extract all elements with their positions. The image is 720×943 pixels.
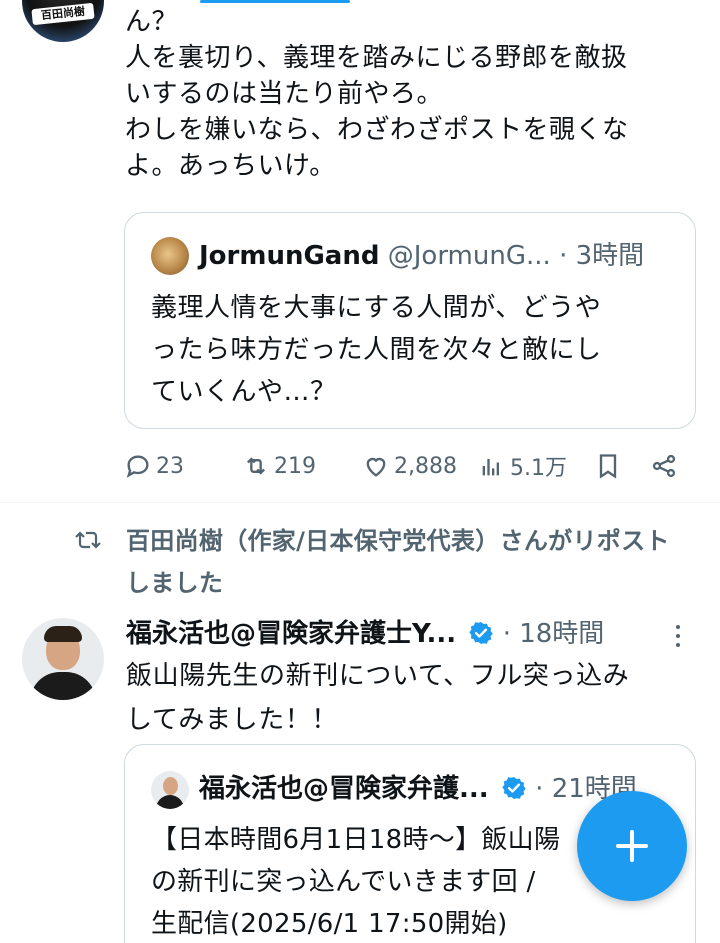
- quoted-header: JormunGand @JormunG... · 3時間: [199, 237, 689, 275]
- repost-notice-line: 百田尚樹（作家/日本保守党代表）さんがリポスト: [126, 527, 670, 555]
- reply-count: 23: [156, 453, 184, 479]
- avatar[interactable]: 百田尚樹: [22, 0, 104, 42]
- bookmark-icon: [599, 454, 617, 479]
- repost-button[interactable]: 219: [242, 446, 316, 486]
- quoted-text: 義理人情を大事にする人間が、どうや ったら味方だった人間を次々と敵にし ていくん…: [151, 287, 681, 413]
- quoted-author-name: 福永活也@冒険家弁護...: [199, 774, 489, 804]
- repost-notice-icon: [72, 526, 104, 554]
- tweet-text-line: してみました！！: [126, 705, 339, 735]
- share-button[interactable]: [650, 446, 678, 486]
- tweet-text: 飯山陽先生の新刊について、フル突っ込み してみました！！: [126, 654, 716, 742]
- tweet-text-line: いするのは当たり前やろ。: [125, 79, 444, 109]
- quoted-avatar: [151, 237, 189, 275]
- tweet-divider: [0, 502, 720, 503]
- verified-icon: [469, 621, 494, 645]
- top-tab-indicator: [200, 0, 350, 3]
- like-icon: [366, 457, 386, 477]
- share-icon: [652, 454, 676, 478]
- quoted-text-line: ていくんや…？: [151, 377, 337, 407]
- repost-notice-line: しました: [126, 569, 224, 597]
- quoted-text-line: 生配信(2025/6/1 17:50開始): [151, 909, 508, 939]
- quoted-avatar: [151, 771, 189, 809]
- compose-plus-icon: [616, 830, 648, 862]
- reply-button[interactable]: 23: [124, 446, 184, 486]
- tweet-actions: 23 219 2,888 5.1万: [124, 446, 694, 486]
- avatar-sign: 百田尚樹: [31, 2, 95, 26]
- more-icon[interactable]: [668, 622, 688, 648]
- quoted-text-line: 義理人情を大事にする人間が、どうや: [151, 293, 602, 323]
- tweet-header: 福永活也@冒険家弁護士Y... · 18時間: [126, 614, 716, 654]
- author-name[interactable]: 福永活也@冒険家弁護士Y...: [126, 619, 456, 649]
- quoted-text-line: ったら味方だった人間を次々と敵にし: [151, 335, 602, 365]
- views-icon: [482, 459, 499, 476]
- timestamp: · 18時間: [502, 619, 605, 649]
- repost-icon: [247, 457, 265, 475]
- tweet-text-line: ん？: [125, 7, 179, 37]
- verified-icon: [502, 776, 526, 800]
- reply-icon: [126, 455, 149, 478]
- tweet-text-line: 人を裏切り、義理を踏みにじる野郎を敵扱: [125, 43, 628, 73]
- tweet-text: ん？ 人を裏切り、義理を踏みにじる野郎を敵扱 いするのは当たり前やろ。 わしを嫌…: [125, 4, 705, 184]
- views-count: 5.1万: [510, 456, 567, 481]
- tweet-text-line: 飯山陽先生の新刊について、フル突っ込み: [126, 661, 630, 691]
- like-count: 2,888: [394, 453, 457, 479]
- quoted-tweet[interactable]: JormunGand @JormunG... · 3時間 義理人情を大事にする人…: [124, 212, 696, 429]
- quoted-timestamp: · 3時間: [559, 241, 645, 271]
- repost-count: 219: [274, 453, 316, 479]
- tweet-text-line: わしを嫌いなら、わざわざポストを覗くな: [125, 115, 629, 145]
- like-button[interactable]: 2,888: [362, 446, 457, 486]
- tweet-text-line: よ。あっちいけ。: [125, 151, 336, 181]
- repost-notice[interactable]: 百田尚樹（作家/日本保守党代表）さんがリポスト しました: [126, 520, 716, 604]
- quoted-author-handle: @JormunG...: [387, 241, 551, 271]
- avatar[interactable]: [22, 618, 104, 700]
- bookmark-button[interactable]: [594, 446, 622, 486]
- quoted-author-name: JormunGand: [199, 241, 380, 271]
- compose-button[interactable]: [577, 791, 687, 901]
- views-button[interactable]: 5.1万: [478, 446, 567, 486]
